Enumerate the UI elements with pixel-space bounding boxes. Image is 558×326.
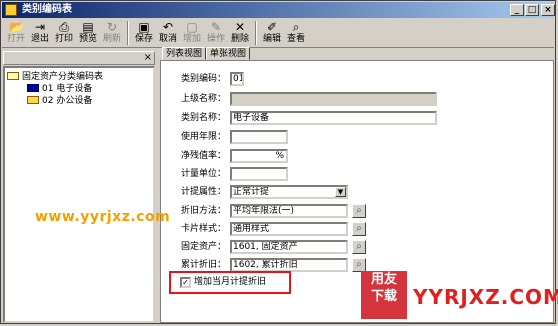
preview-icon: ▤: [82, 20, 94, 34]
app-icon: [5, 4, 17, 16]
residual-field[interactable]: %: [230, 149, 288, 163]
accum-dep-field[interactable]: 1602, 累计折旧: [230, 258, 348, 272]
method-label: 折旧方法：: [181, 206, 227, 216]
parent-name-label: 上级名称：: [181, 94, 227, 104]
chevron-down-icon[interactable]: ▼: [335, 187, 346, 197]
add-icon: ▢: [186, 20, 198, 34]
percent-suffix: %: [275, 151, 284, 161]
view-icon: ⌕: [292, 20, 300, 34]
open-button[interactable]: 📂 打开: [4, 19, 28, 47]
unit-label: 计量单位：: [181, 169, 227, 179]
accrual-select[interactable]: 正常计提 ▼: [230, 185, 348, 199]
operate-button[interactable]: ✎ 操作: [204, 19, 228, 47]
residual-label: 净残值率：: [181, 151, 227, 161]
save-button[interactable]: ▣ 保存: [132, 19, 156, 47]
highlight-box: ✓ 增加当月计提折旧: [169, 271, 291, 294]
search-icon[interactable]: ⌕: [352, 204, 366, 218]
tab-list-view[interactable]: 列表视图: [162, 47, 206, 60]
toolbar-separator: [127, 21, 129, 45]
parent-name-field: [230, 92, 437, 106]
pane-close-icon[interactable]: ×: [144, 52, 152, 64]
title-bar: 类别编码表 _ □ ×: [2, 2, 555, 18]
search-icon[interactable]: ⌕: [352, 258, 366, 272]
print-button[interactable]: ⎙ 打印: [52, 19, 76, 47]
detail-form: 类别编码： 01 上级名称： 类别名称： 电子设备 使用年限： 净残值率： % …: [160, 60, 554, 323]
folder-icon: [27, 96, 39, 104]
edit-icon: ✐: [266, 20, 278, 34]
operate-icon: ✎: [210, 20, 222, 34]
maximize-button[interactable]: □: [525, 4, 539, 16]
tree-pane-header: ×: [3, 51, 155, 65]
card-style-field[interactable]: 通用样式: [230, 222, 348, 236]
minimize-button[interactable]: _: [510, 4, 524, 16]
tree-pane: × 固定资产分类编码表 01 电子设备 02 办公设备: [3, 51, 155, 323]
watermark-logo: 用友 下载: [361, 271, 407, 319]
open-icon: 📂: [9, 20, 24, 34]
search-icon[interactable]: ⌕: [352, 222, 366, 236]
toolbar-separator: [255, 21, 257, 45]
toolbar: 📂 打开 ⇥ 退出 ⎙ 打印 ▤ 预览 ↻ 刷新 ▣ 保存 ↶ 取消 ▢ 增加 ✎ 操作 ✕ 删除 …: [2, 19, 554, 48]
unit-field[interactable]: [230, 167, 288, 181]
exit-icon: ⇥: [34, 20, 46, 34]
preview-button[interactable]: ▤ 预览: [76, 19, 100, 47]
delete-button[interactable]: ✕ 删除: [228, 19, 252, 47]
delete-icon: ✕: [234, 20, 246, 34]
search-icon[interactable]: ⌕: [352, 240, 366, 254]
life-field[interactable]: [230, 130, 288, 144]
tree-item-02[interactable]: 02 办公设备: [27, 95, 92, 107]
tree-item-01[interactable]: 01 电子设备: [27, 83, 92, 95]
accum-dep-label: 累计折旧：: [181, 260, 227, 270]
fixed-asset-field[interactable]: 1601, 固定资产: [230, 240, 348, 254]
print-icon: ⎙: [59, 20, 69, 34]
edit-button[interactable]: ✐ 编辑: [260, 19, 284, 47]
card-style-label: 卡片样式：: [181, 224, 227, 234]
exit-button[interactable]: ⇥ 退出: [28, 19, 52, 47]
view-button[interactable]: ⌕ 查看: [284, 19, 308, 47]
accrue-this-month-checkbox[interactable]: ✓: [180, 277, 191, 288]
code-field[interactable]: 01: [230, 72, 244, 86]
window-title: 类别编码表: [22, 4, 72, 15]
tree-root[interactable]: 固定资产分类编码表: [7, 71, 103, 83]
close-button[interactable]: ×: [541, 4, 555, 16]
life-label: 使用年限：: [181, 132, 227, 142]
name-field[interactable]: 电子设备: [230, 111, 437, 125]
tab-single-view[interactable]: 单张视图: [206, 47, 250, 60]
save-icon: ▣: [138, 20, 150, 34]
code-label: 类别编码：: [181, 74, 227, 84]
main-window: 类别编码表 _ □ × 📂 打开 ⇥ 退出 ⎙ 打印 ▤ 预览 ↻ 刷新 ▣ 保存 ↶ 取消 …: [0, 0, 558, 324]
accrual-label: 计提属性：: [181, 187, 227, 197]
folder-open-icon: [7, 72, 19, 80]
watermark-site: YYRJXZ.COM: [413, 285, 558, 309]
fixed-asset-label: 固定资产：: [181, 242, 227, 252]
method-field[interactable]: 平均年限法(一): [230, 204, 348, 218]
refresh-button[interactable]: ↻ 刷新: [100, 19, 124, 47]
accrue-this-month-label[interactable]: 增加当月计提折旧: [194, 276, 266, 288]
watermark-url: www.yyrjxz.com: [35, 209, 171, 225]
folder-icon: [27, 84, 39, 92]
refresh-icon: ↻: [106, 20, 118, 34]
name-label: 类别名称：: [181, 113, 227, 123]
add-button[interactable]: ▢ 增加: [180, 19, 204, 47]
cancel-button[interactable]: ↶ 取消: [156, 19, 180, 47]
category-tree[interactable]: 固定资产分类编码表 01 电子设备 02 办公设备: [3, 66, 155, 323]
cancel-icon: ↶: [162, 20, 174, 34]
